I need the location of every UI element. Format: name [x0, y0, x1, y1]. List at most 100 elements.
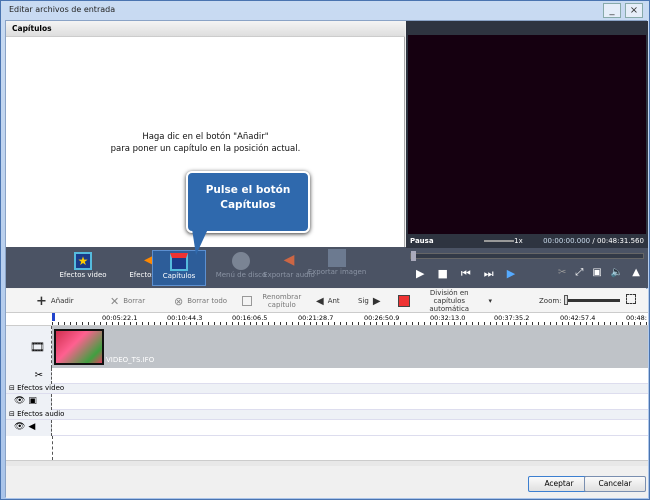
hint-line-2: para poner un capítulo en la posición ac…	[110, 144, 301, 154]
add-label: Añadir	[50, 297, 74, 305]
arrow-right-icon: ▶	[372, 295, 381, 307]
arrow-left-icon: ◀	[316, 295, 324, 307]
ruler-label: 00:05:22.1	[102, 314, 138, 322]
clip-name: VIDEO_TS.IFO	[106, 356, 155, 364]
snapshot-icon[interactable]: ▣	[592, 267, 601, 278]
eye-icon[interactable]: 👁	[14, 396, 25, 406]
cut-track-row: ✂	[6, 368, 648, 384]
prev-label: Ant	[327, 297, 340, 305]
split-icon	[398, 295, 410, 307]
ruler-label: 00:26:50.9	[364, 314, 400, 322]
play-icon[interactable]: ▶	[416, 267, 424, 281]
seek-handle[interactable]	[411, 251, 416, 261]
prev-button[interactable]: ◀ Ant	[316, 292, 340, 310]
chapters-hint: Haga dic en el botón "Añadir" para poner…	[6, 131, 405, 155]
effect-icon[interactable]: ▣	[28, 396, 37, 406]
window-title: Editar archivos de entrada	[9, 5, 116, 14]
star-film-icon: ★	[74, 252, 92, 270]
next-label: Sig	[358, 297, 369, 305]
seek-bar[interactable]	[410, 251, 644, 261]
playhead[interactable]	[52, 313, 55, 321]
loop-icon[interactable]: ▶	[507, 267, 515, 281]
speed-slider[interactable]	[483, 240, 514, 242]
prev-frame-icon[interactable]: ⏮	[461, 267, 471, 281]
client-area: Capítulos Haga dic en el botón "Añadir" …	[5, 20, 648, 498]
rename-icon	[242, 296, 252, 306]
next-button[interactable]: Sig ▶	[358, 292, 381, 310]
speaker-icon[interactable]: ◀	[28, 422, 35, 432]
player-status-bar: Pausa 1x 00:00:00.000 / 00:48:31.560	[406, 234, 648, 248]
tool-video-effects[interactable]: ★ Efectos video	[48, 250, 118, 286]
stop-icon[interactable]: ■	[437, 267, 447, 281]
delete-all-button[interactable]: ⊗ Borrar todo	[174, 292, 227, 310]
video-effects-controls: 👁 ▣	[6, 394, 52, 410]
next-frame-icon[interactable]: ⏭	[484, 267, 494, 281]
rename-button[interactable]: Renombrar capítulo	[242, 292, 308, 310]
ruler-label: 00:42:57.4	[560, 314, 596, 322]
chapters-icon	[170, 253, 188, 271]
delete-all-label: Borrar todo	[187, 297, 228, 305]
cut-icon[interactable]: ✂	[558, 267, 566, 278]
video-effects-row: 👁 ▣	[6, 394, 648, 410]
ruler-label: 00:37:35.2	[494, 314, 530, 322]
image-export-icon	[328, 249, 346, 267]
add-button[interactable]: + Añadir	[36, 292, 74, 310]
video-effects-label: Efectos video	[17, 384, 65, 392]
chapters-header: Capítulos	[6, 21, 405, 37]
volume-icon[interactable]: 🔈	[611, 267, 623, 278]
ruler-label: 00:48:	[626, 314, 647, 322]
audio-effects-label: Efectos audio	[17, 410, 65, 418]
auto-split-label: División en capítulos automática	[429, 289, 470, 313]
status-text: Pausa	[410, 237, 434, 245]
tool-label: Exportar imagen	[307, 268, 367, 276]
current-time: 00:00:00.000	[543, 237, 591, 245]
delete-label: Borrar	[123, 297, 146, 305]
fit-icon[interactable]	[626, 294, 636, 304]
tool-label: Efectos video	[59, 271, 107, 279]
audio-effects-section[interactable]: ⊟ Efectos audio	[6, 410, 648, 420]
tool-label: Capítulos	[162, 272, 196, 280]
timeline-ruler: 00:05:22.1 00:10:44.3 00:16:06.5 00:21:2…	[6, 313, 648, 326]
zoom-handle[interactable]	[564, 295, 568, 305]
dialog-footer: Aceptar Cancelar	[6, 466, 648, 498]
video-clip-thumbnail[interactable]	[54, 329, 104, 365]
tool-chapters[interactable]: Capítulos	[152, 250, 206, 286]
video-screen	[408, 35, 646, 234]
ruler-label: 00:21:28.7	[298, 314, 334, 322]
playhead-line	[52, 436, 53, 460]
plus-icon: +	[36, 293, 47, 309]
video-track-row: 🎞 VIDEO_TS.IFO	[6, 326, 648, 368]
fullscreen-icon[interactable]: ⤢	[575, 267, 583, 278]
tooltip-line-1: Pulse el botón	[205, 184, 291, 196]
delete-button[interactable]: ✕ Borrar	[110, 292, 145, 310]
total-time: / 00:48:31.560	[592, 237, 644, 245]
eye-icon[interactable]: 👁	[14, 422, 25, 432]
zoom-label: Zoom:	[539, 297, 562, 305]
ruler-label: 00:32:13.0	[430, 314, 466, 322]
minimize-button[interactable]: _	[603, 3, 621, 18]
tooltip-pointer	[192, 229, 208, 255]
close-button[interactable]: ×	[625, 3, 643, 18]
timeline-tracks: 🎞 VIDEO_TS.IFO ✂ ⊟ Efectos video 👁 ▣ ⊟ E…	[6, 326, 648, 468]
disc-icon	[232, 252, 250, 270]
tooltip-callout: Pulse el botón Capítulos	[186, 171, 310, 233]
cancel-button[interactable]: Cancelar	[584, 476, 646, 492]
rename-label: Renombrar capítulo	[262, 293, 302, 309]
chapter-toolbar: + Añadir ✕ Borrar ⊗ Borrar todo Renombrar c…	[6, 289, 648, 313]
audio-effects-controls: 👁 ◀	[6, 420, 52, 436]
speed-value: 1x	[514, 237, 523, 245]
circle-x-icon: ⊗	[174, 294, 184, 308]
video-effects-section[interactable]: ⊟ Efectos video	[6, 384, 648, 394]
zoom-slider[interactable]	[564, 295, 620, 305]
ruler-label: 00:16:06.5	[232, 314, 268, 322]
film-icon: 🎞	[6, 326, 52, 368]
expand-icon[interactable]: ▲	[632, 267, 640, 278]
tool-export-image: Exportar imagen	[302, 247, 372, 283]
ok-button[interactable]: Aceptar	[528, 476, 590, 492]
scissors-icon: ✂	[6, 368, 52, 384]
speaker-export-icon: ◀	[283, 252, 295, 268]
audio-effects-row: 👁 ◀	[6, 420, 648, 436]
ruler-ticks	[52, 322, 648, 325]
chevron-down-icon: ▾	[488, 297, 492, 305]
auto-split-dropdown[interactable]: División en capítulos automática ▾	[398, 289, 492, 313]
